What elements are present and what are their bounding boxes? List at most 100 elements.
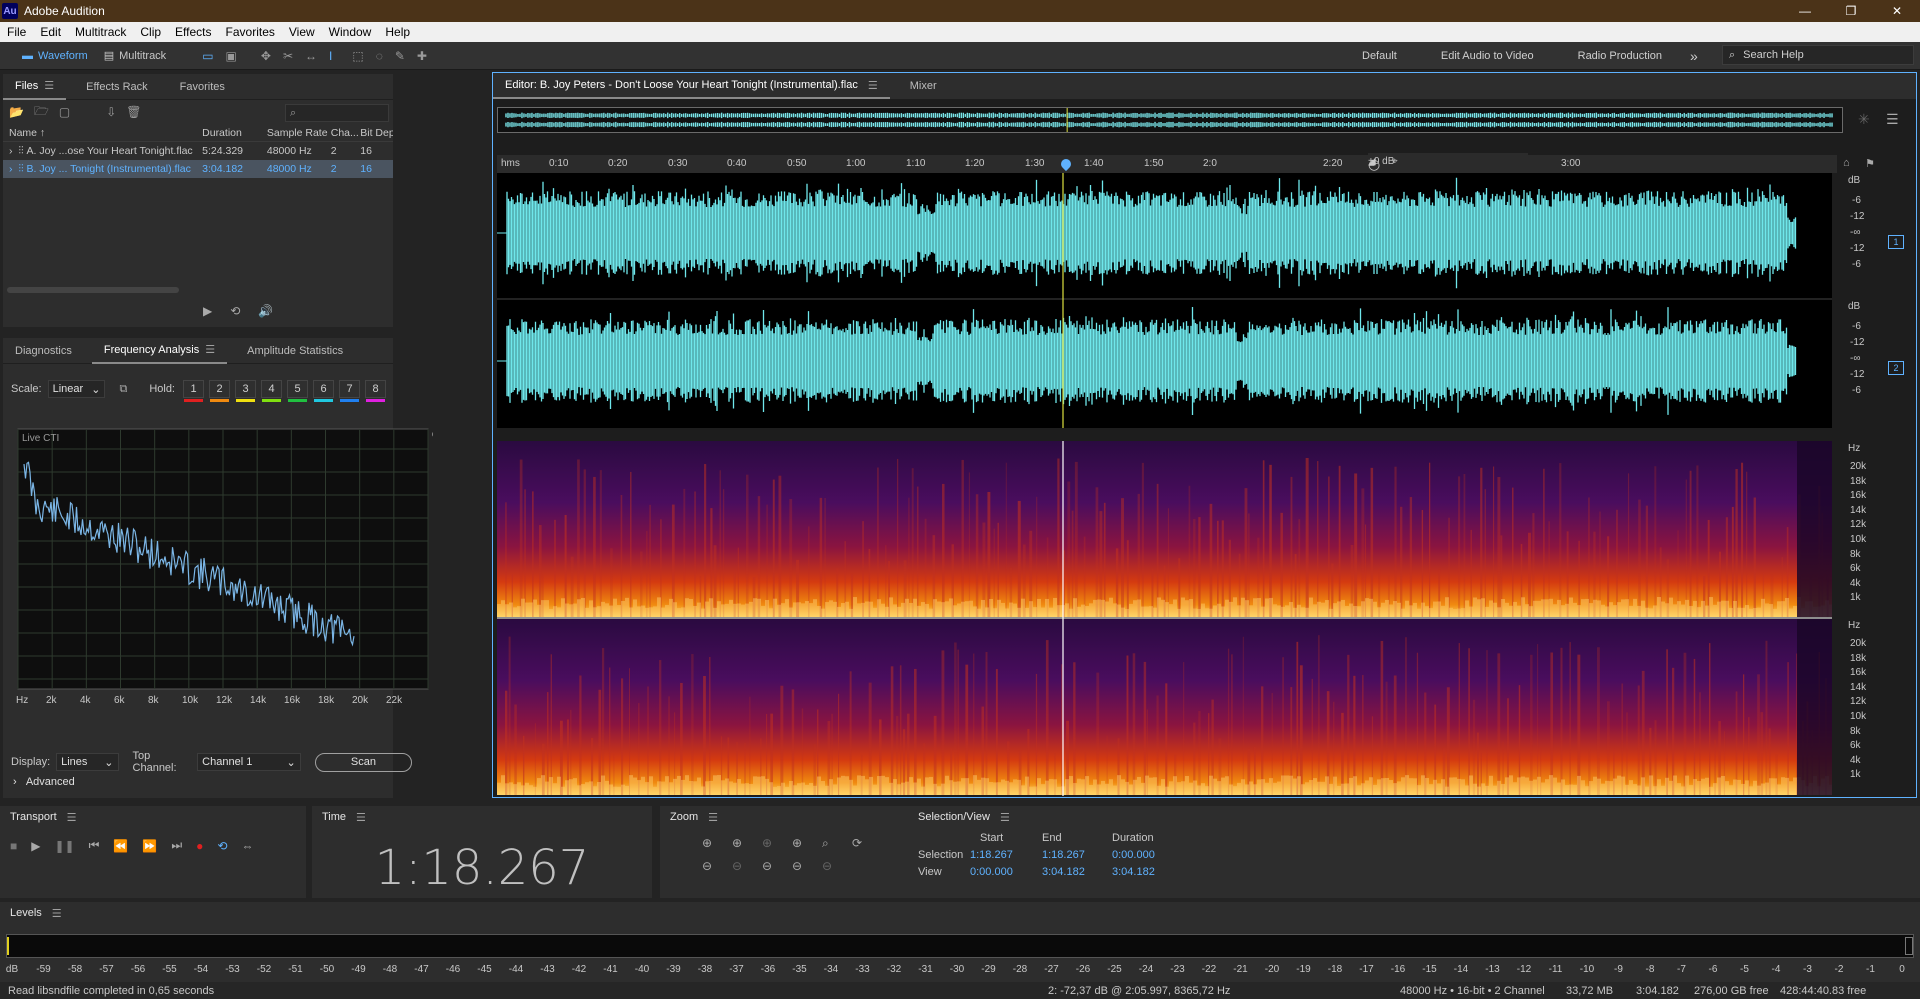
restore-button[interactable]: ❐ <box>1828 0 1874 22</box>
zoom-selection-out-icon[interactable]: ⊖ <box>792 859 822 873</box>
channel-1-toggle[interactable]: 1 <box>1888 235 1904 249</box>
zoom-in-in-point-icon[interactable]: ⊕ <box>762 836 792 851</box>
workspace-edit-audio-to-video[interactable]: Edit Audio to Video <box>1419 50 1556 62</box>
files-search-input[interactable]: ⌕ <box>285 104 389 122</box>
workspace-default[interactable]: Default <box>1340 50 1419 62</box>
hold-button-3[interactable]: 3 <box>235 380 256 402</box>
waveform-view-icon[interactable]: ▭ <box>196 49 219 63</box>
search-help-input[interactable]: ⌕ Search Help <box>1722 45 1914 65</box>
stop-button[interactable]: ■ <box>10 839 17 853</box>
zoom-to-selection-icon[interactable]: ⌕ <box>822 836 852 851</box>
expand-icon[interactable]: › <box>9 163 13 175</box>
expand-icon[interactable]: › <box>9 145 13 157</box>
zoom-out-time-icon[interactable]: ⊖ <box>732 859 762 873</box>
zoom-out-full-icon[interactable]: ⊖ <box>822 859 852 873</box>
play-button[interactable]: ▶ <box>31 839 40 853</box>
move-tool-icon[interactable]: ✥ <box>255 49 277 63</box>
zoom-in-time-icon[interactable]: ⊕ <box>732 836 762 851</box>
snapshot-icon[interactable]: ⧉ <box>119 383 127 396</box>
channel-2-toggle[interactable]: 2 <box>1888 361 1904 375</box>
menu-multitrack[interactable]: Multitrack <box>68 25 133 39</box>
col-name[interactable]: Name ↑ <box>3 127 194 139</box>
hold-button-8[interactable]: 8 <box>365 380 386 402</box>
marker-icon[interactable]: ⚑ <box>1865 157 1875 170</box>
waveform-mode-button[interactable]: ▬ Waveform <box>14 45 96 67</box>
time-selection-tool-icon[interactable]: I <box>323 49 338 63</box>
workspace-radio-production[interactable]: Radio Production <box>1556 50 1684 62</box>
loop-preview-icon[interactable]: ⟲ <box>230 304 240 318</box>
menu-window[interactable]: Window <box>322 25 379 39</box>
table-row[interactable]: › ⫶⫶ B. Joy ... Tonight (Instrumental).f… <box>3 160 393 178</box>
tab-diagnostics[interactable]: Diagnostics <box>3 338 84 364</box>
more-workspaces-button[interactable]: » <box>1684 48 1704 64</box>
selection-duration[interactable]: 0:00.000 <box>1112 849 1182 861</box>
menu-file[interactable]: File <box>0 25 33 39</box>
zoom-in-out-point-icon[interactable]: ⊕ <box>792 836 822 851</box>
brush-tool-icon[interactable]: ✎ <box>389 49 411 63</box>
spectral-display-icon[interactable]: ☰ <box>1886 111 1899 128</box>
menu-effects[interactable]: Effects <box>168 25 218 39</box>
skip-selection-button[interactable]: ⇔ <box>241 839 253 853</box>
tab-files[interactable]: Files ☰ <box>3 74 67 100</box>
time-display[interactable]: 1:18.267 <box>312 840 652 896</box>
menu-clip[interactable]: Clip <box>133 25 168 39</box>
tab-mixer[interactable]: Mixer <box>898 73 949 99</box>
selection-end[interactable]: 1:18.267 <box>1042 849 1112 861</box>
panel-menu-icon[interactable]: ☰ <box>67 811 77 824</box>
tab-favorites[interactable]: Favorites <box>168 74 237 100</box>
minimize-button[interactable]: — <box>1782 0 1828 22</box>
overview-waveform[interactable] <box>497 107 1843 133</box>
scale-dropdown[interactable]: Linear ⌄ <box>47 380 106 398</box>
zoom-out-amplitude-icon[interactable]: ⊖ <box>702 859 732 873</box>
tab-editor[interactable]: Editor: B. Joy Peters - Don't Loose Your… <box>493 73 890 99</box>
table-row[interactable]: › ⫶⫶ A. Joy ...ose Your Heart Tonight.fl… <box>3 142 393 160</box>
new-file-icon[interactable]: ▢ <box>59 105 70 119</box>
advanced-toggle[interactable]: › Advanced <box>13 776 75 788</box>
top-channel-dropdown[interactable]: Channel 1 ⌄ <box>197 753 301 771</box>
spectral-display[interactable] <box>497 441 1832 796</box>
view-end[interactable]: 3:04.182 <box>1042 866 1112 878</box>
fast-forward-button[interactable]: ⏩ <box>142 839 157 853</box>
hold-button-6[interactable]: 6 <box>313 380 334 402</box>
selection-start[interactable]: 1:18.267 <box>970 849 1042 861</box>
autoplay-icon[interactable]: 🔊 <box>258 304 273 318</box>
col-bit-depth[interactable]: Bit Dep <box>360 127 393 139</box>
marquee-tool-icon[interactable]: ⬚ <box>346 49 369 63</box>
col-channels[interactable]: Cha... <box>331 127 360 139</box>
tab-amplitude-statistics[interactable]: Amplitude Statistics <box>235 338 355 364</box>
import-file-icon[interactable]: 🗁 <box>34 102 49 123</box>
view-duration[interactable]: 3:04.182 <box>1112 866 1182 878</box>
hold-button-7[interactable]: 7 <box>339 380 360 402</box>
panel-menu-icon[interactable]: ☰ <box>708 811 718 824</box>
menu-help[interactable]: Help <box>378 25 417 39</box>
tab-effects-rack[interactable]: Effects Rack <box>74 74 160 100</box>
play-preview-icon[interactable]: ▶ <box>203 304 212 318</box>
rewind-button[interactable]: ⏪ <box>113 839 128 853</box>
waveform-display[interactable] <box>497 173 1832 428</box>
hud-volume[interactable]: ◢ ◴ +0 dB ⌖ <box>1368 153 1528 173</box>
horizontal-scrollbar[interactable] <box>7 287 179 293</box>
lasso-tool-icon[interactable]: ◌ <box>370 49 389 63</box>
tab-frequency-analysis[interactable]: Frequency Analysis ☰ <box>91 338 228 364</box>
close-button[interactable]: ✕ <box>1874 0 1920 22</box>
panel-menu-icon[interactable]: ☰ <box>1000 811 1010 824</box>
loop-button[interactable]: ⟲ <box>217 839 227 853</box>
scan-button[interactable]: Scan <box>314 752 413 772</box>
menu-edit[interactable]: Edit <box>33 25 68 39</box>
hold-button-5[interactable]: 5 <box>287 380 308 402</box>
view-start[interactable]: 0:00.000 <box>970 866 1042 878</box>
panel-menu-icon[interactable]: ☰ <box>356 811 366 824</box>
hold-button-1[interactable]: 1 <box>183 380 204 402</box>
hold-button-2[interactable]: 2 <box>209 380 230 402</box>
slip-tool-icon[interactable]: ↔ <box>299 49 323 63</box>
menu-favorites[interactable]: Favorites <box>219 25 282 39</box>
spectral-view-icon[interactable]: ▣ <box>220 49 243 63</box>
record-button[interactable]: ● <box>196 839 203 853</box>
time-ruler[interactable]: hms 0:10 0:20 0:30 0:40 0:50 1:00 1:10 1:20 1:30… <box>497 153 1837 173</box>
open-file-icon[interactable]: 📂 <box>9 105 24 119</box>
pause-button[interactable]: ❚❚ <box>54 839 74 853</box>
razor-tool-icon[interactable]: ✂ <box>277 49 299 63</box>
panel-menu-icon[interactable]: ☰ <box>52 907 62 920</box>
menu-view[interactable]: View <box>282 25 322 39</box>
playhead-marker[interactable] <box>1058 156 1074 172</box>
